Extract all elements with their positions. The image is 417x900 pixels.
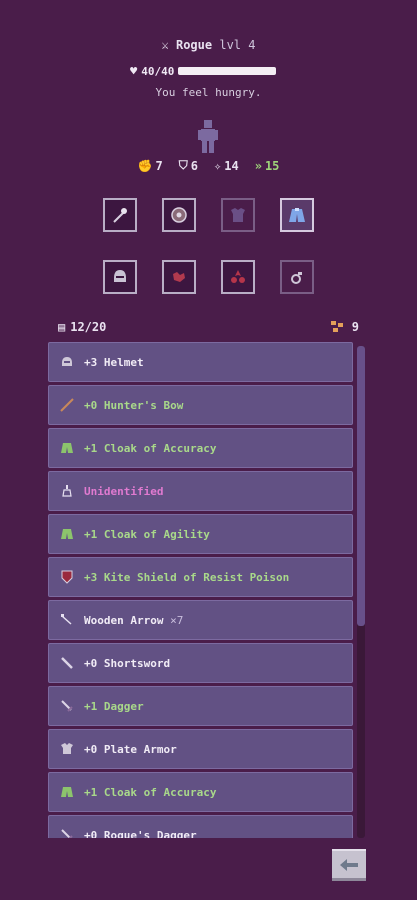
strength-icon: ✊ <box>137 158 153 173</box>
helmet-slot[interactable] <box>103 260 137 294</box>
inventory-item[interactable]: +1 Dagger <box>48 686 353 726</box>
spark-icon: ✧ <box>214 158 222 173</box>
hp-bar <box>178 67 277 75</box>
hp-row: ♥ 40/40 <box>130 64 277 78</box>
stat-strength: ✊ 7 <box>137 158 163 173</box>
status-message: You feel hungry. <box>155 86 262 99</box>
cloak-icon <box>57 524 77 544</box>
back-arrow-icon <box>340 858 358 871</box>
inventory-scrollbar[interactable] <box>357 346 365 838</box>
item-quantity: ×7 <box>170 613 184 627</box>
bow-icon <box>57 395 77 415</box>
heart-icon: ♥ <box>130 64 138 78</box>
inventory-list[interactable]: +3 Helmet +0 Hunter's Bow +1 Cloak of Ac… <box>48 342 353 838</box>
inventory-item[interactable]: +0 Plate Armor <box>48 729 353 769</box>
gloves-slot[interactable] <box>162 260 196 294</box>
gold-coins-icon <box>330 321 343 332</box>
inventory-item[interactable]: +1 Cloak of Accuracy <box>48 772 353 812</box>
stat-armor: ⛉ 6 <box>178 158 199 173</box>
dagger-icon <box>57 825 77 838</box>
arrow-icon <box>57 610 77 630</box>
cloak-slot[interactable] <box>280 198 314 232</box>
inventory-item[interactable]: Wooden Arrow ×7 <box>48 600 353 640</box>
amulet-icon <box>231 270 245 283</box>
helmet-icon <box>57 352 77 372</box>
inventory-item[interactable]: +3 Kite Shield of Resist Poison <box>48 557 353 597</box>
inventory-item[interactable]: Unidentified <box>48 471 353 511</box>
body-armor-slot[interactable] <box>221 198 255 232</box>
inventory-count: ▤ 12/20 <box>58 320 107 334</box>
class-name: Rogue <box>175 38 213 52</box>
amulet-slot[interactable] <box>221 260 255 294</box>
inventory-item[interactable]: +0 Shortsword <box>48 643 353 683</box>
hp-text: 40/40 <box>141 64 175 78</box>
inventory-item[interactable]: +1 Cloak of Accuracy <box>48 428 353 468</box>
backpack-icon: ▤ <box>58 320 66 334</box>
round-shield-icon <box>171 207 187 223</box>
equipment-row-2 <box>0 260 417 294</box>
class-icon: ⚔ <box>161 38 169 52</box>
cloak-icon <box>57 438 77 458</box>
back-button[interactable] <box>332 849 366 881</box>
cloak-icon <box>289 208 305 222</box>
level-text: lvl 4 <box>219 38 256 52</box>
hp-bar-fill <box>178 67 277 75</box>
cloak-icon <box>57 782 77 802</box>
inventory-item[interactable]: +0 Hunter's Bow <box>48 385 353 425</box>
speed-icon: » <box>254 158 262 173</box>
potion-icon <box>57 481 77 501</box>
weapon-slot[interactable] <box>103 198 137 232</box>
shield-icon: ⛉ <box>178 158 188 172</box>
stat-speed: » 15 <box>254 158 280 173</box>
sword-icon <box>57 653 77 673</box>
equipment-row-1 <box>0 198 417 232</box>
character-avatar[interactable] <box>197 120 219 154</box>
helmet-icon <box>114 270 126 282</box>
inventory-item[interactable]: +1 Cloak of Agility <box>48 514 353 554</box>
ring-slot[interactable] <box>280 260 314 294</box>
ring-icon <box>291 272 302 284</box>
dagger-icon <box>57 696 77 716</box>
gloves-icon <box>173 272 185 282</box>
inventory-item[interactable]: +3 Helmet <box>48 342 353 382</box>
mace-icon <box>113 208 127 223</box>
armor-silhouette-icon <box>231 208 245 222</box>
kite-shield-icon <box>57 567 77 587</box>
stat-accuracy: ✧ 14 <box>214 158 239 173</box>
scrollbar-thumb[interactable] <box>357 346 365 626</box>
character-title: ⚔ Rogue lvl 4 <box>0 38 417 52</box>
armor-icon <box>57 739 77 759</box>
gold-count: 9 <box>330 320 359 334</box>
stats-row: ✊ 7 ⛉ 6 ✧ 14 » 15 <box>0 158 417 173</box>
offhand-slot[interactable] <box>162 198 196 232</box>
inventory-item[interactable]: +0 Rogue's Dagger <box>48 815 353 838</box>
